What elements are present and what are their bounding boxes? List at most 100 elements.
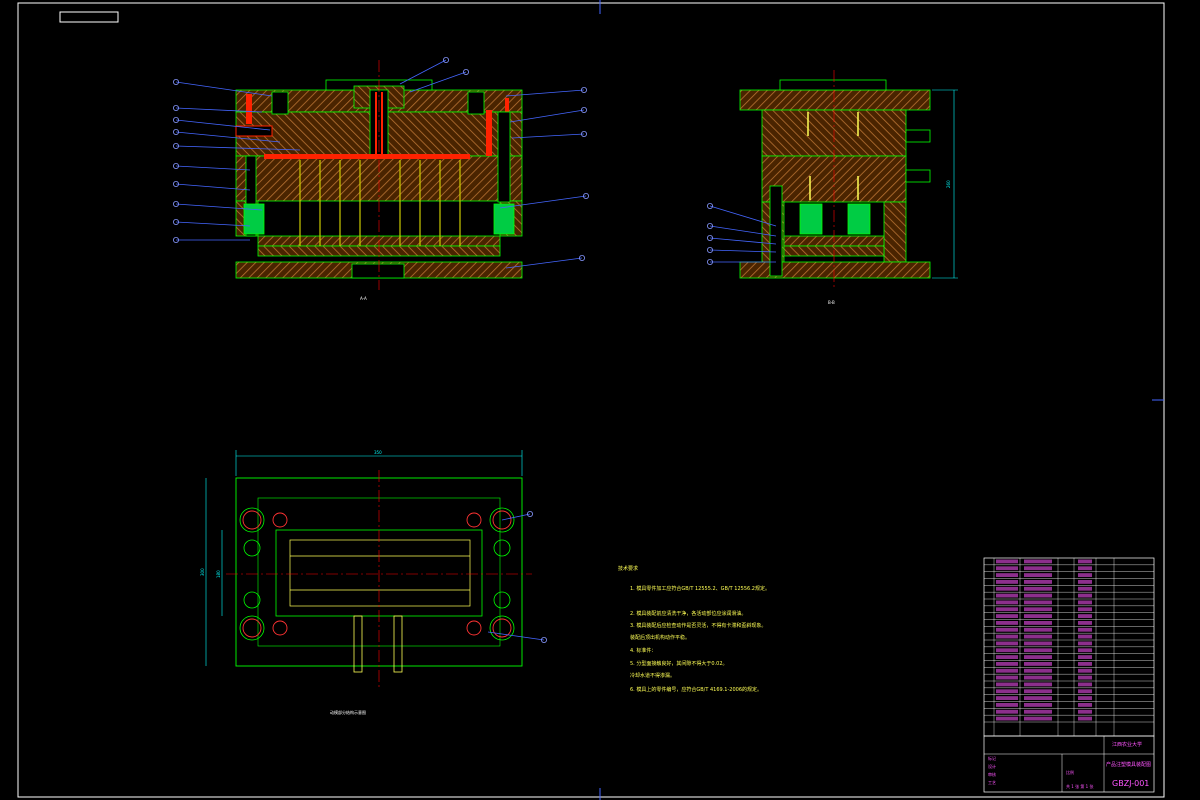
bom-material-cell: [1078, 621, 1092, 625]
note-line-2: 2. 模具装配前应清洗干净，各活动部位应涂润滑油。: [630, 610, 746, 617]
bom-name-cell: [1024, 655, 1052, 659]
bom-material-cell: [1078, 593, 1092, 598]
tb-row-1: 标记: [988, 755, 996, 761]
bom-code-cell: [996, 600, 1018, 605]
bom-name-cell: [1024, 559, 1052, 564]
bom-code-cell: [996, 586, 1018, 591]
bom-name-cell: [1024, 614, 1052, 618]
bom-material-cell: [1078, 627, 1092, 632]
bom-name-cell: [1024, 627, 1052, 632]
drawing-part-name: 产品注塑模具装配图: [1106, 761, 1151, 768]
bom-code-cell: [996, 627, 1018, 632]
plan-title: 动模部分结构示意图: [330, 709, 366, 715]
bom-material-cell: [1078, 655, 1092, 659]
tb-row-2: 设计: [988, 763, 996, 769]
sheet-label: 共 1 张 第 1 张: [1066, 783, 1093, 789]
note-line-1: 1. 模具零件加工应符合GB/T 12555.2、GB/T 12556.2规定。: [630, 585, 770, 592]
bom-code-cell: [996, 703, 1018, 707]
bom-name-cell: [1024, 682, 1052, 687]
bom-name-cell: [1024, 696, 1052, 700]
bom-code-cell: [996, 607, 1018, 612]
bom-code-cell: [996, 682, 1018, 687]
bom-name-cell: [1024, 566, 1052, 571]
bom-name-cell: [1024, 586, 1052, 591]
bom-name-cell: [1024, 709, 1052, 714]
bom-name-cell: [1024, 641, 1052, 646]
bom-material-cell: [1078, 716, 1092, 721]
bom-code-cell: [996, 573, 1018, 577]
bom-code-cell: [996, 655, 1018, 659]
bom-code-cell: [996, 621, 1018, 625]
bom-material-cell: [1078, 607, 1092, 612]
bom-code-cell: [996, 614, 1018, 618]
bom-code-cell: [996, 675, 1018, 680]
front-section-view: A-A: [235, 60, 523, 301]
bom-material-cell: [1078, 634, 1092, 639]
bom-material-cell: [1078, 682, 1092, 687]
bom-name-cell: [1024, 600, 1052, 605]
mold-assembly-drawing: A-A 260 B-B 350 300 180 动模部分结构示意图 技术要求 1…: [17, 0, 1165, 800]
note-line-5: 4. 标准件：: [630, 647, 656, 654]
bom-material-cell: [1078, 703, 1092, 707]
bom-material-cell: [1078, 662, 1092, 666]
note-line-8: 6. 模具上的零件编号，应符合GB/T 4169.1-2006的规定。: [630, 686, 762, 693]
bom-name-cell: [1024, 634, 1052, 639]
bom-code-cell: [996, 716, 1018, 721]
bom-material-cell: [1078, 614, 1092, 618]
bom-code-cell: [996, 634, 1018, 639]
notes-heading: 技术要求: [618, 565, 638, 572]
note-line-4: 装配后顶出机构动作平稳。: [630, 634, 690, 641]
bom-name-cell: [1024, 593, 1052, 598]
bom-material-cell: [1078, 709, 1092, 714]
bom-name-cell: [1024, 668, 1052, 673]
bom-code-cell: [996, 566, 1018, 571]
bom-name-cell: [1024, 648, 1052, 653]
bom-code-cell: [996, 696, 1018, 700]
bom-name-cell: [1024, 580, 1052, 584]
bom-material-cell: [1078, 668, 1092, 673]
bom-code-cell: [996, 648, 1018, 653]
bom-code-cell: [996, 689, 1018, 694]
note-line-3: 3. 模具装配后应检查动作是否灵活，不得有卡滞和歪斜现象。: [630, 622, 766, 629]
bom-name-cell: [1024, 621, 1052, 625]
plan-inner-dim: 180: [216, 570, 221, 578]
side-section-label: B-B: [828, 300, 835, 305]
note-line-7: 冷却水道不得渗漏。: [630, 672, 675, 679]
bom-name-cell: [1024, 716, 1052, 721]
bom-material-cell: [1078, 600, 1092, 605]
bom-material-cell: [1078, 689, 1092, 694]
bom-material-cell: [1078, 580, 1092, 584]
bom-material-cell: [1078, 648, 1092, 653]
plan-height-dim: 300: [200, 568, 205, 576]
bom-code-cell: [996, 593, 1018, 598]
title-block: 江西农业大学 产品注塑模具装配图 GBZJ-001 比例 共 1 张 第 1 张…: [983, 735, 1155, 793]
side-section-view: 260 B-B: [739, 70, 958, 305]
bom-name-cell: [1024, 689, 1052, 694]
bom-name-cell: [1024, 703, 1052, 707]
drawing-code: GBZJ-001: [1112, 779, 1149, 788]
plan-view: 350 300 180 动模部分结构示意图: [200, 450, 532, 715]
leader-line: [175, 81, 273, 97]
bom-name-cell: [1024, 573, 1052, 577]
tb-row-4: 工艺: [988, 780, 996, 785]
university-name: 江西农业大学: [1112, 741, 1142, 748]
bom-material-cell: [1078, 586, 1092, 591]
bom-material-cell: [1078, 641, 1092, 646]
sheet-frame: [17, 0, 1165, 800]
leader-line: [511, 133, 585, 139]
bom-name-cell: [1024, 607, 1052, 612]
bom-material-cell: [1078, 675, 1092, 680]
bom-code-cell: [996, 641, 1018, 646]
bom-code-cell: [996, 559, 1018, 564]
technical-notes: 技术要求 1. 模具零件加工应符合GB/T 12555.2、GB/T 12556…: [618, 565, 770, 693]
tb-row-3: 审核: [988, 771, 996, 777]
plan-width-dim: 350: [374, 450, 382, 455]
note-line-6: 5. 分型面接触良好，其间隙不得大于0.02。: [630, 660, 728, 667]
parts-list-table: [983, 557, 1155, 737]
bom-code-cell: [996, 580, 1018, 584]
bom-code-cell: [996, 709, 1018, 714]
scale-label: 比例: [1066, 769, 1074, 775]
bom-material-cell: [1078, 566, 1092, 571]
bom-material-cell: [1078, 573, 1092, 577]
bom-name-cell: [1024, 675, 1052, 680]
